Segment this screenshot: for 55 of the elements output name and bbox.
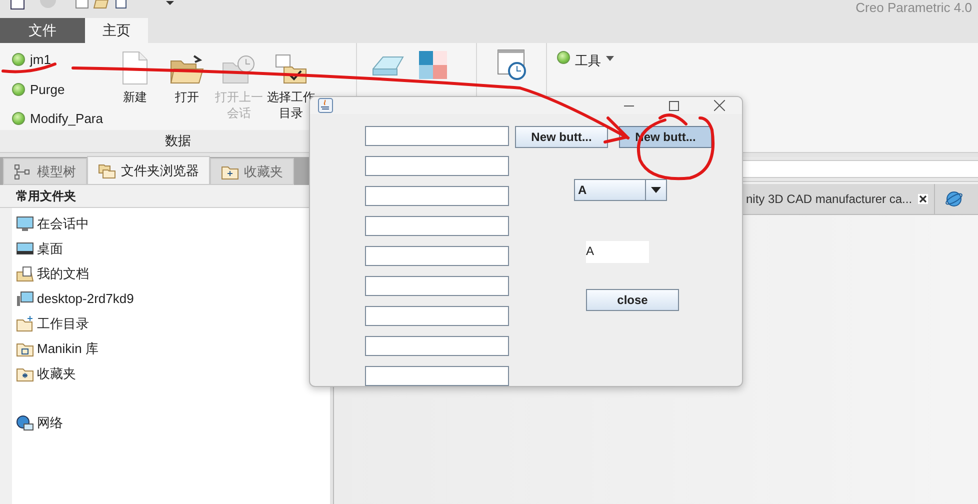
folder-icon — [170, 55, 204, 85]
folder-clock-icon — [222, 55, 256, 85]
text-field[interactable] — [365, 366, 509, 386]
tool-item[interactable]: Purge — [12, 80, 110, 99]
folder-item[interactable]: 工作目录 — [12, 311, 330, 336]
text-field[interactable] — [365, 306, 509, 326]
caret-icon — [651, 187, 661, 193]
close-icon[interactable] — [714, 100, 725, 111]
folder-item[interactable]: Manikin 库 — [12, 336, 330, 361]
folder-item[interactable]: 收藏夹 — [12, 361, 330, 386]
folder-icon — [16, 340, 34, 356]
folder-item[interactable]: 网络 — [12, 410, 330, 435]
window-icon[interactable] — [10, 0, 26, 10]
tree-icon — [14, 164, 32, 180]
color-tiles-icon — [419, 51, 447, 79]
text-label: A — [586, 241, 649, 263]
ribbon-command[interactable]: 新建 — [110, 49, 160, 130]
document-icon — [121, 51, 149, 85]
tool-item[interactable]: Modify_Para — [12, 109, 110, 128]
panel-tab[interactable]: 文件夹浏览器 — [87, 156, 210, 185]
text-field[interactable] — [365, 126, 509, 146]
tools-menu[interactable]: 工具 — [547, 43, 624, 71]
browser-tab[interactable]: nity 3D CAD manufacturer ca... — [746, 184, 936, 214]
text-field[interactable] — [365, 246, 509, 266]
ribbon-command[interactable]: 打开 — [162, 49, 212, 130]
ribbon-tab[interactable]: 文件 — [0, 18, 85, 43]
folder-item[interactable]: 桌面 — [12, 236, 330, 261]
folder-check-icon — [274, 53, 308, 85]
ribbon-tab[interactable]: 主页 — [85, 18, 148, 43]
computer-icon — [16, 290, 34, 306]
app-title: Creo Parametric 4.0 — [856, 0, 972, 15]
folder-item[interactable]: 我的文档 — [12, 261, 330, 286]
folder-item[interactable]: desktop-2rd7kd9 — [12, 286, 330, 311]
monitor-icon — [16, 240, 34, 256]
tool-item[interactable]: jm1 — [12, 50, 110, 70]
folder-item[interactable]: 在会话中 — [12, 211, 330, 236]
text-field[interactable] — [365, 186, 509, 206]
globe-icon[interactable] — [945, 190, 964, 208]
push-button[interactable]: New butt... — [515, 126, 608, 148]
text-field[interactable] — [365, 336, 509, 356]
text-field[interactable] — [365, 216, 509, 236]
close-icon[interactable] — [918, 194, 928, 204]
text-field[interactable] — [365, 156, 509, 176]
panel-tab[interactable]: 模型树 — [3, 158, 87, 185]
text-field[interactable] — [365, 276, 509, 296]
monitor-icon — [16, 216, 34, 232]
caret-icon — [606, 56, 614, 61]
folders-icon — [98, 162, 116, 178]
panel-tab[interactable]: 收藏夹 — [210, 158, 294, 185]
folder-document-icon — [16, 266, 34, 282]
combo-box[interactable]: A — [574, 179, 667, 201]
maximize-icon[interactable] — [669, 100, 679, 110]
globe-icon — [16, 414, 34, 430]
close-button[interactable]: close — [586, 289, 679, 311]
clock-window-icon — [496, 49, 526, 81]
